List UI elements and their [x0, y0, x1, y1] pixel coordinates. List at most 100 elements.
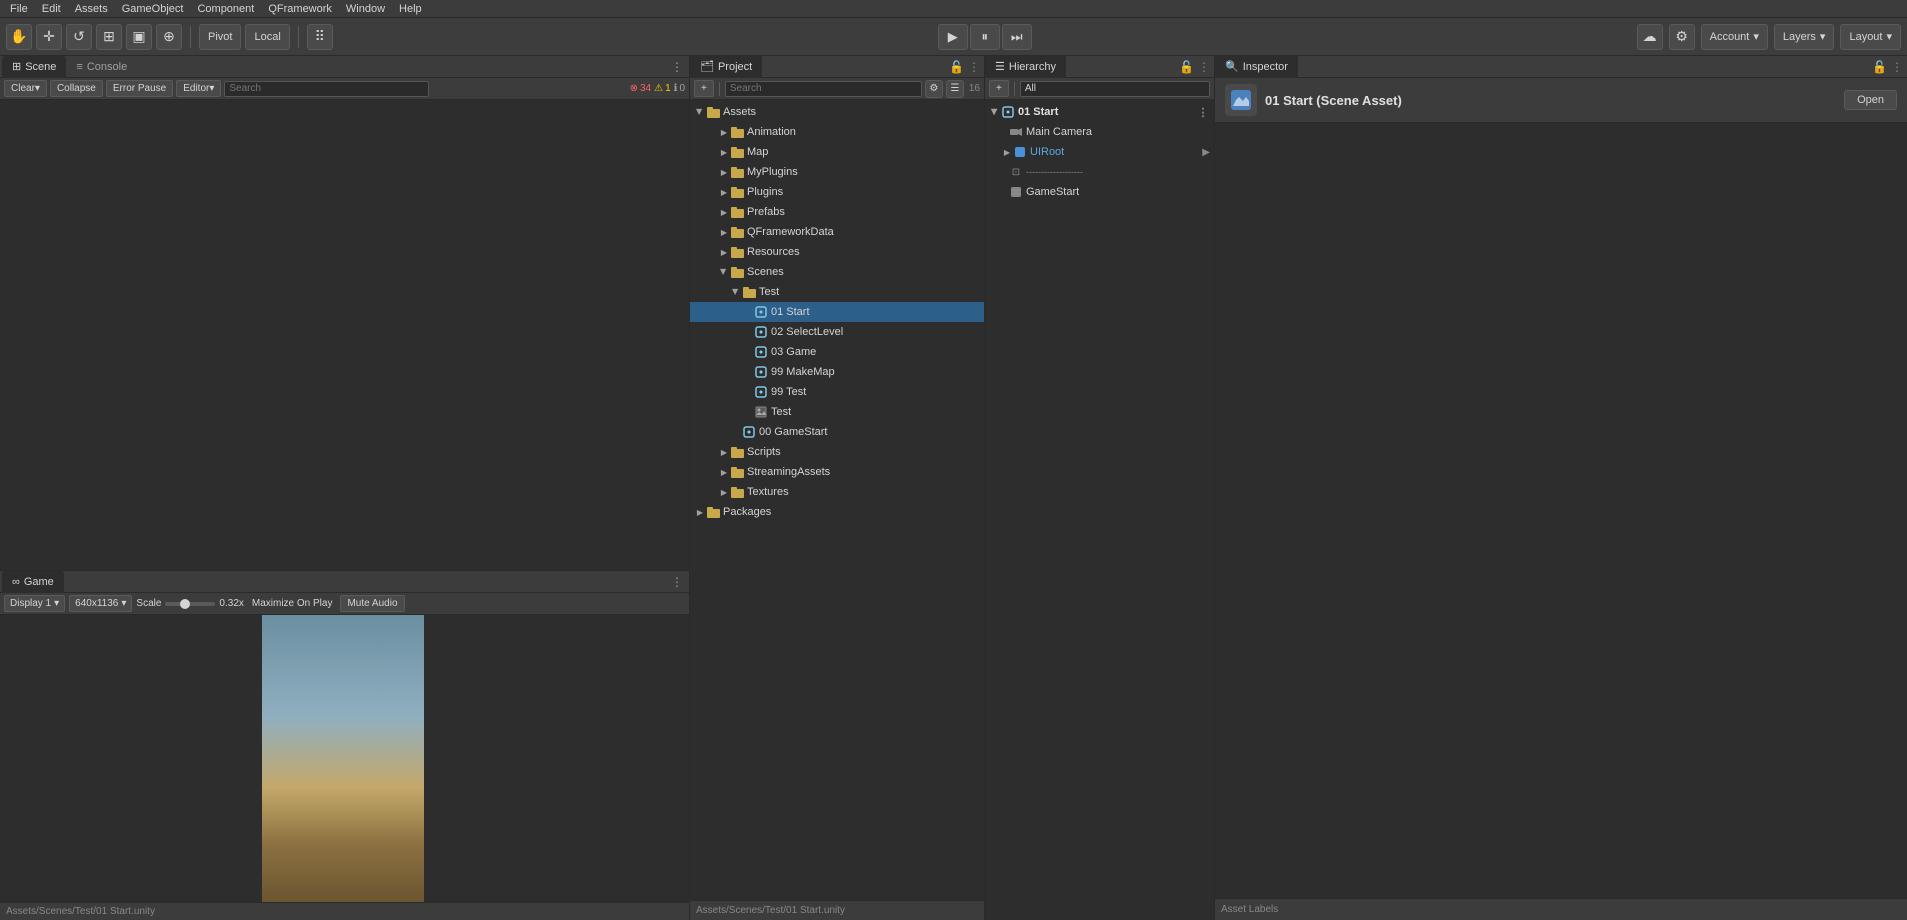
tab-scene[interactable]: ⊞ Scene — [2, 56, 66, 78]
layers-dropdown[interactable]: Layers ▾ — [1774, 24, 1835, 50]
error-pause-button[interactable]: Error Pause — [106, 80, 173, 97]
play-button[interactable]: ▶ — [938, 24, 968, 50]
scene-tabs-more[interactable]: ⋮ — [669, 59, 685, 75]
menu-file[interactable]: File — [4, 3, 34, 15]
tree-item-scripts[interactable]: ▶ Scripts — [690, 442, 984, 462]
project-lock-icon[interactable]: 🔓 — [949, 60, 964, 74]
project-view-button[interactable]: ☰ — [946, 80, 964, 98]
menu-edit[interactable]: Edit — [36, 3, 67, 15]
scale-control: Scale 0.32x — [136, 598, 243, 609]
console-search-input[interactable] — [224, 81, 429, 97]
tree-item-streamingassets[interactable]: ▶ StreamingAssets — [690, 462, 984, 482]
menu-assets[interactable]: Assets — [69, 3, 114, 15]
tab-game[interactable]: ∞ Game — [2, 571, 64, 593]
99test-scene-icon — [754, 385, 768, 399]
hierarchy-item-uiroot[interactable]: ▶ UIRoot ▶ — [985, 142, 1214, 162]
local-button[interactable]: Local — [245, 24, 289, 50]
hierarchy-sep — [1014, 82, 1015, 96]
rotate-tool-button[interactable]: ↺ — [66, 24, 92, 50]
menu-window[interactable]: Window — [340, 3, 391, 15]
menu-gameobject[interactable]: GameObject — [116, 3, 190, 15]
project-add-button[interactable]: + — [694, 80, 714, 97]
inspector-more-icon[interactable]: ⋮ — [1891, 60, 1903, 74]
hierarchy-search-input[interactable] — [1020, 81, 1210, 97]
tree-item-00gamestart[interactable]: ▶ 00 GameStart — [690, 422, 984, 442]
hierarchy-lock-icon[interactable]: 🔓 — [1179, 60, 1194, 74]
menu-component[interactable]: Component — [191, 3, 260, 15]
game-tabs-more[interactable]: ⋮ — [669, 574, 685, 590]
scenes-arrow-icon: ▶ — [718, 266, 730, 278]
account-label: Account — [1710, 31, 1750, 43]
resolution-dropdown[interactable]: 640x1136 ▾ — [69, 595, 132, 612]
tab-inspector[interactable]: 🔍 Inspector — [1215, 56, 1298, 78]
inspector-lock-icon[interactable]: 🔓 — [1872, 60, 1887, 74]
menu-help[interactable]: Help — [393, 3, 428, 15]
step-button[interactable]: ⏭ — [1002, 24, 1032, 50]
rect-tool-button[interactable]: ▣ — [126, 24, 152, 50]
game-toolbar: Display 1 ▾ 640x1136 ▾ Scale 0.32x Maxim… — [0, 593, 689, 615]
menu-qframework[interactable]: QFramework — [262, 3, 338, 15]
tree-item-assets[interactable]: ▶ Assets — [690, 102, 984, 122]
move-tool-button[interactable]: ✛ — [36, 24, 62, 50]
tree-item-map[interactable]: ▶ Map — [690, 142, 984, 162]
pivot-label: Pivot — [208, 31, 232, 43]
project-search-input[interactable] — [725, 81, 922, 97]
test-folder-icon — [742, 285, 756, 299]
clear-button[interactable]: Clear ▾ — [4, 80, 47, 97]
editor-button[interactable]: Editor ▾ — [176, 80, 221, 97]
scale-tool-button[interactable]: ⊞ — [96, 24, 122, 50]
tree-item-01start[interactable]: ▶ 01 Start — [690, 302, 984, 322]
mute-audio-button[interactable]: Mute Audio — [340, 595, 404, 612]
tree-item-scenes[interactable]: ▶ Scenes — [690, 262, 984, 282]
pivot-button[interactable]: Pivot — [199, 24, 241, 50]
maximize-on-play-button[interactable]: Maximize On Play — [248, 597, 337, 610]
tab-project[interactable]: 🗂 Project — [690, 56, 762, 78]
pause-button[interactable]: ⏸ — [970, 24, 1000, 50]
transform-tool-button[interactable]: ⊕ — [156, 24, 182, 50]
tree-item-99test[interactable]: ▶ 99 Test — [690, 382, 984, 402]
toolbar-sep-2 — [298, 26, 299, 48]
plugins-folder-icon — [730, 185, 744, 199]
collapse-button[interactable]: Collapse — [50, 80, 103, 97]
tree-item-test-image[interactable]: ▶ Test — [690, 402, 984, 422]
scene-tab-label: Scene — [25, 61, 56, 73]
hierarchy-item-maincamera[interactable]: Main Camera — [985, 122, 1214, 142]
layout-dropdown[interactable]: Layout ▾ — [1840, 24, 1901, 50]
hierarchy-item-01start[interactable]: ▶ 01 Start ⋮ — [985, 102, 1214, 122]
hierarchy-panel: ☰ Hierarchy 🔓 ⋮ + ▶ — [985, 56, 1215, 920]
collab-icon-button[interactable]: ☁ — [1637, 24, 1663, 50]
plugins-label: Plugins — [747, 186, 783, 198]
tree-item-myplugins[interactable]: ▶ MyPlugins — [690, 162, 984, 182]
project-more-icon[interactable]: ⋮ — [968, 60, 980, 74]
packages-label: Packages — [723, 506, 771, 518]
tree-item-plugins[interactable]: ▶ Plugins — [690, 182, 984, 202]
tree-item-qframeworkdata[interactable]: ▶ QFrameworkData — [690, 222, 984, 242]
inspector-tab-label: Inspector — [1243, 61, 1288, 73]
account-dropdown[interactable]: Account ▾ — [1701, 24, 1768, 50]
tree-item-02selectlevel[interactable]: ▶ 02 SelectLevel — [690, 322, 984, 342]
cloud-button[interactable]: ⚙ — [1669, 24, 1695, 50]
hierarchy-more-icon[interactable]: ⋮ — [1198, 60, 1210, 74]
hand-tool-button[interactable]: ✋ — [6, 24, 32, 50]
tree-item-animation[interactable]: ▶ Animation — [690, 122, 984, 142]
inspector-open-button[interactable]: Open — [1844, 90, 1897, 110]
tree-item-prefabs[interactable]: ▶ Prefabs — [690, 202, 984, 222]
tree-item-test[interactable]: ▶ Test — [690, 282, 984, 302]
scale-slider[interactable] — [165, 602, 215, 606]
01start-more-icon[interactable]: ⋮ — [1196, 105, 1210, 119]
display-dropdown[interactable]: Display 1 ▾ — [4, 595, 65, 612]
grid-button[interactable]: ⠿ — [307, 24, 333, 50]
tree-item-textures[interactable]: ▶ Textures — [690, 482, 984, 502]
left-panel: ⊞ Scene ≡ Console ⋮ Clear ▾ Collapse Err… — [0, 56, 690, 920]
map-arrow-icon: ▶ — [718, 146, 730, 158]
hierarchy-add-button[interactable]: + — [989, 80, 1009, 97]
plugins-arrow-icon: ▶ — [718, 186, 730, 198]
tree-item-99makemap[interactable]: ▶ 99 MakeMap — [690, 362, 984, 382]
tab-console[interactable]: ≡ Console — [66, 56, 137, 78]
tree-item-03game[interactable]: ▶ 03 Game — [690, 342, 984, 362]
tree-item-packages[interactable]: ▶ Packages — [690, 502, 984, 522]
tab-hierarchy[interactable]: ☰ Hierarchy — [985, 56, 1066, 78]
project-filter-button[interactable]: ⚙ — [925, 80, 943, 98]
hierarchy-item-gamestart[interactable]: GameStart — [985, 182, 1214, 202]
tree-item-resources[interactable]: ▶ Resources — [690, 242, 984, 262]
